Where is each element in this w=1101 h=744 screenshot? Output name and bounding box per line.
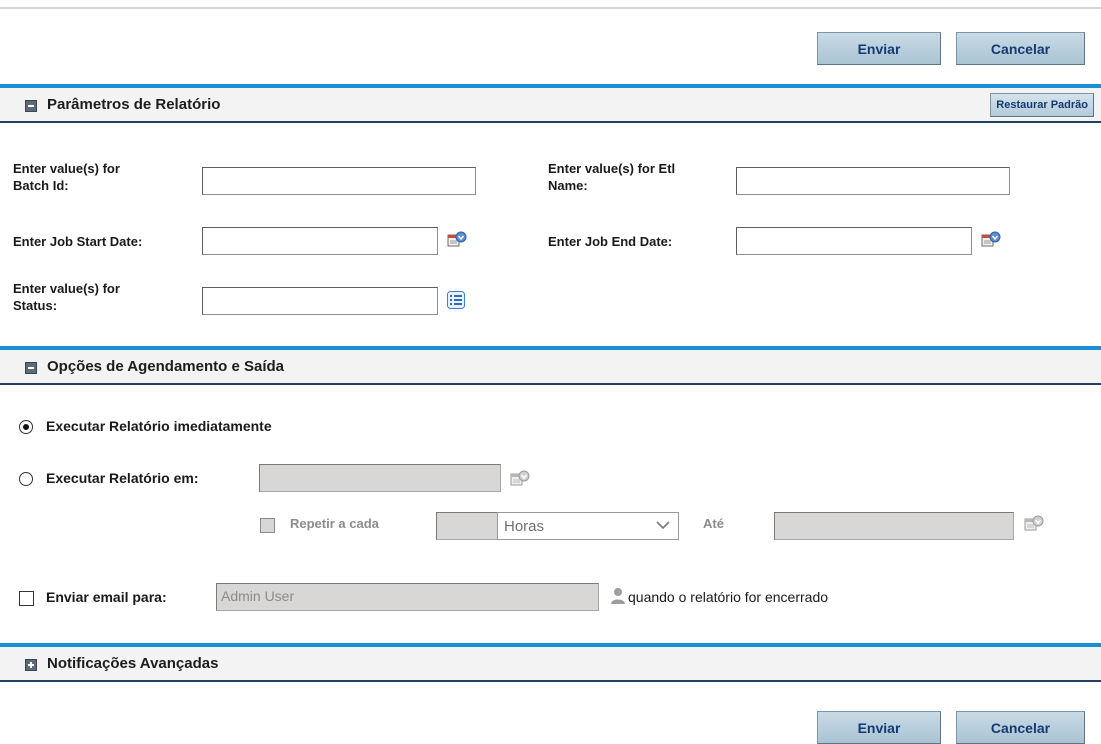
repeat-checkbox[interactable] <box>260 518 275 533</box>
collapse-icon[interactable] <box>25 362 37 374</box>
notifications-title: Notificações Avançadas <box>47 655 219 672</box>
status-label: Enter value(s) for Status: <box>13 281 120 313</box>
until-label: Até <box>703 516 724 531</box>
submit-button-bottom[interactable]: Enviar <box>817 711 941 744</box>
etl-name-input[interactable] <box>736 167 1010 195</box>
repeat-unit-select[interactable]: Horas <box>497 512 679 540</box>
send-email-checkbox[interactable] <box>19 591 34 606</box>
cancel-button-top[interactable]: Cancelar <box>956 32 1085 65</box>
collapse-icon[interactable] <box>25 100 37 112</box>
status-input[interactable] <box>202 287 438 315</box>
job-end-date-input[interactable] <box>736 227 972 255</box>
job-start-date-input[interactable] <box>202 227 438 255</box>
batch-id-input[interactable] <box>202 167 476 195</box>
user-picker-icon[interactable] <box>611 587 625 605</box>
calendar-icon[interactable] <box>1024 515 1044 533</box>
calendar-icon[interactable] <box>981 231 1001 249</box>
run-at-date-input[interactable] <box>259 464 501 492</box>
repeat-label: Repetir a cada <box>290 516 379 531</box>
schedule-title: Opções de Agendamento e Saída <box>47 358 285 375</box>
job-start-date-label: Enter Job Start Date: <box>13 234 143 249</box>
calendar-icon[interactable] <box>510 470 530 488</box>
run-at-radio[interactable] <box>19 472 33 486</box>
run-at-label: Executar Relatório em: <box>46 470 199 486</box>
notifications-header: Notificações Avançadas <box>0 643 1101 682</box>
top-divider <box>0 7 1101 9</box>
batch-id-label: Enter value(s) for Batch Id: <box>13 161 120 193</box>
until-date-input[interactable] <box>774 512 1014 540</box>
cancel-button-bottom[interactable]: Cancelar <box>956 711 1085 744</box>
etl-name-label: Enter value(s) for Etl Name: <box>548 161 676 193</box>
submit-button-top[interactable]: Enviar <box>817 32 941 65</box>
report-params-header: Parâmetros de Relatório Restaurar Padrão <box>0 84 1101 123</box>
run-now-radio[interactable] <box>19 420 33 434</box>
list-picker-icon[interactable] <box>447 291 465 309</box>
restore-default-button[interactable]: Restaurar Padrão <box>990 93 1094 117</box>
email-recipient-input[interactable]: Admin User <box>216 583 599 611</box>
chevron-down-icon <box>656 521 670 530</box>
send-email-label: Enviar email para: <box>46 589 167 605</box>
job-end-date-label: Enter Job End Date: <box>548 234 673 249</box>
schedule-header: Opções de Agendamento e Saída <box>0 346 1101 385</box>
run-now-label: Executar Relatório imediatamente <box>46 418 272 434</box>
repeat-interval-input[interactable] <box>436 512 498 540</box>
report-params-title: Parâmetros de Relatório <box>47 96 221 113</box>
expand-icon[interactable] <box>25 659 37 671</box>
calendar-icon[interactable] <box>447 231 467 249</box>
email-suffix-text: quando o relatório for encerrado <box>628 589 829 605</box>
